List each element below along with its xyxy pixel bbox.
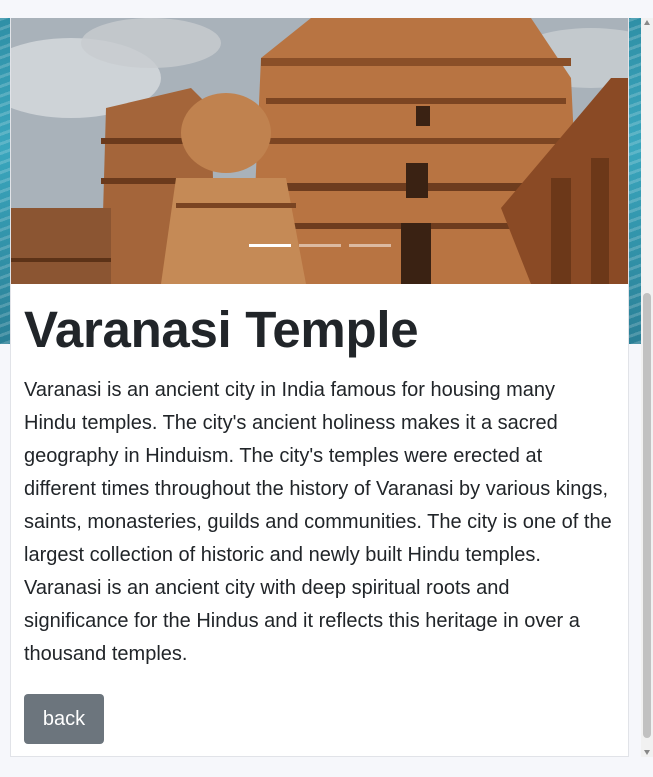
carousel-indicator-1[interactable] — [249, 244, 291, 247]
carousel-indicators — [249, 244, 391, 247]
scroll-down-arrow-icon[interactable] — [644, 750, 650, 755]
scroll-thumb[interactable] — [643, 293, 651, 738]
image-carousel[interactable] — [11, 18, 628, 284]
scroll-up-arrow-icon[interactable] — [644, 20, 650, 25]
scrollbar[interactable] — [641, 18, 653, 757]
temple-description: Varanasi is an ancient city in India fam… — [24, 379, 612, 665]
carousel-indicator-3[interactable] — [349, 244, 391, 247]
page-title: Varanasi Temple — [24, 301, 419, 358]
temple-card: Varanasi Temple Varanasi is an ancient c… — [10, 18, 629, 757]
back-button[interactable]: back — [24, 694, 104, 744]
carousel-indicator-2[interactable] — [299, 244, 341, 247]
